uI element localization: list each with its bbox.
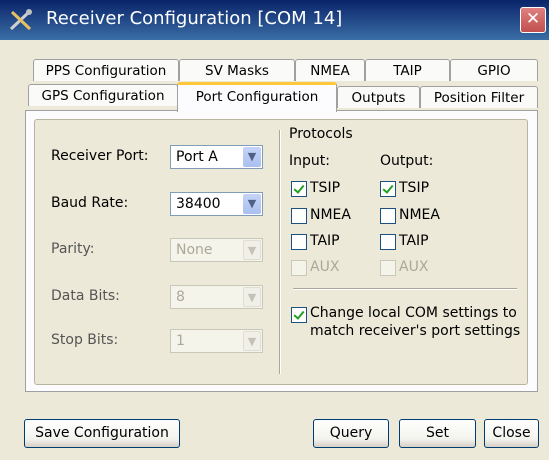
output-nmea-label: NMEA (399, 207, 440, 223)
parity-value: None (176, 242, 213, 258)
input-nmea-label: NMEA (310, 207, 351, 223)
baud-rate-select[interactable]: 38400 ▼ (170, 192, 263, 216)
stop-bits-value: 1 (176, 333, 185, 349)
port-configuration-panel: Receiver Port: Port A ▼ Baud Rate: 38400… (25, 110, 538, 392)
input-nmea-checkbox[interactable] (291, 208, 307, 224)
chevron-down-icon[interactable]: ▼ (243, 194, 261, 214)
change-local-com-checkbox[interactable] (291, 307, 307, 323)
window-title: Receiver Configuration [COM 14] (46, 8, 343, 29)
stop-bits-select: 1 ▼ (170, 329, 263, 353)
chevron-down-icon: ▼ (243, 287, 261, 307)
baud-rate-label: Baud Rate: (51, 195, 129, 211)
output-heading: Output: (380, 153, 434, 169)
tools-icon (9, 9, 32, 31)
data-bits-label: Data Bits: (51, 288, 120, 304)
settings-group: Receiver Port: Port A ▼ Baud Rate: 38400… (34, 119, 528, 385)
parity-select: None ▼ (170, 238, 263, 262)
chevron-down-icon[interactable]: ▼ (243, 147, 261, 167)
baud-rate-value: 38400 (176, 196, 221, 212)
input-heading: Input: (289, 153, 330, 169)
tab-gpio[interactable]: GPIO (450, 59, 538, 81)
input-aux-label: AUX (310, 259, 340, 275)
save-configuration-button[interactable]: Save Configuration (24, 419, 180, 448)
tab-taip[interactable]: TAIP (365, 59, 450, 81)
tab-position-filter[interactable]: Position Filter (420, 86, 538, 108)
stop-bits-label: Stop Bits: (51, 332, 119, 348)
query-button[interactable]: Query (313, 419, 389, 448)
set-button[interactable]: Set (399, 419, 476, 448)
output-tsip-label: TSIP (399, 180, 430, 196)
input-tsip-checkbox[interactable] (291, 181, 307, 197)
chevron-down-icon: ▼ (243, 240, 261, 260)
output-taip-checkbox[interactable] (380, 234, 396, 250)
tab-gps-configuration[interactable]: GPS Configuration (28, 84, 178, 106)
protocols-heading: Protocols (289, 126, 353, 142)
tab-port-configuration[interactable]: Port Configuration (177, 82, 337, 112)
change-local-com-label-line1: Change local COM settings to (310, 305, 517, 321)
column-divider (279, 130, 281, 374)
data-bits-value: 8 (176, 289, 185, 305)
tab-nmea[interactable]: NMEA (295, 59, 365, 81)
chevron-down-icon: ▼ (243, 331, 261, 351)
parity-label: Parity: (51, 241, 95, 257)
receiver-port-select[interactable]: Port A ▼ (170, 145, 263, 169)
tab-sv-masks[interactable]: SV Masks (179, 59, 295, 81)
data-bits-select: 8 ▼ (170, 285, 263, 309)
input-taip-checkbox[interactable] (291, 234, 307, 250)
output-taip-label: TAIP (399, 233, 429, 249)
close-button[interactable]: Close (484, 419, 539, 448)
title-bar: Receiver Configuration [COM 14] ✕ (0, 0, 549, 40)
output-tsip-checkbox[interactable] (380, 181, 396, 197)
window-close-button[interactable]: ✕ (520, 7, 546, 33)
input-tsip-label: TSIP (310, 180, 341, 196)
input-taip-label: TAIP (310, 233, 340, 249)
input-aux-checkbox (291, 260, 307, 276)
close-icon: ✕ (525, 9, 541, 29)
change-local-com-label-line2: match receiver's port settings (310, 323, 521, 339)
output-nmea-checkbox[interactable] (380, 208, 396, 224)
output-aux-label: AUX (399, 259, 429, 275)
receiver-port-value: Port A (176, 149, 218, 165)
output-aux-checkbox (380, 260, 396, 276)
tab-outputs[interactable]: Outputs (337, 86, 420, 108)
tab-pps-configuration[interactable]: PPS Configuration (33, 59, 179, 81)
protocols-divider (293, 288, 517, 290)
receiver-port-label: Receiver Port: (51, 148, 149, 164)
